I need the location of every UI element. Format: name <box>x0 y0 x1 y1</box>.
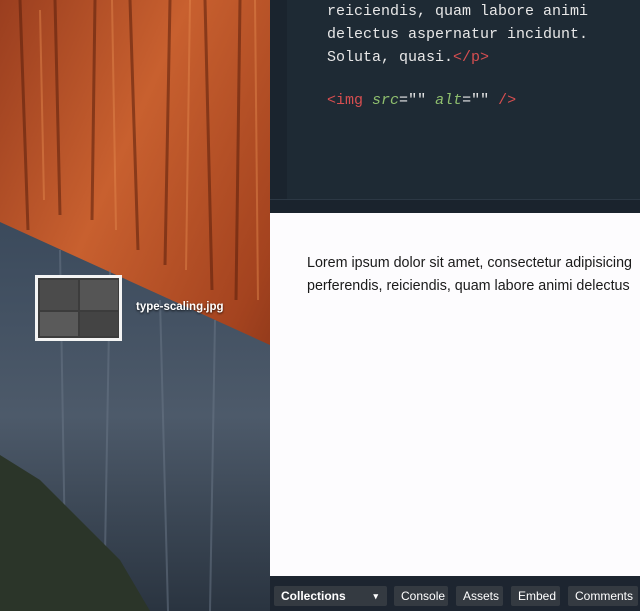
alt-value: "" <box>471 92 490 109</box>
html-code-editor[interactable]: reiciendis, quam labore animi delectus a… <box>287 0 640 199</box>
collections-dropdown[interactable]: Collections ▾ <box>274 586 387 606</box>
pane-resize-handle[interactable] <box>270 199 640 213</box>
file-thumbnail <box>35 275 122 341</box>
embed-button[interactable]: Embed <box>511 586 560 606</box>
equals-sign: = <box>399 92 409 109</box>
dragged-file[interactable] <box>35 275 122 341</box>
code-line: delectus aspernatur incidunt. <box>327 26 589 43</box>
code-line-img: <img src="" alt="" /> <box>327 90 516 113</box>
equals-sign: = <box>462 92 472 109</box>
result-preview[interactable]: Lorem ipsum dolor sit amet, consectetur … <box>270 213 640 576</box>
alt-attribute: alt <box>435 92 463 109</box>
code-line: Soluta, quasi.</p> <box>327 47 489 70</box>
img-tag: <img <box>327 92 364 109</box>
preview-paragraph: Lorem ipsum dolor sit amet, consectetur … <box>307 252 640 298</box>
preview-line: perferendis, reiciendis, quam labore ani… <box>307 278 630 294</box>
assets-button[interactable]: Assets <box>456 586 503 606</box>
closing-tag: </p> <box>453 49 490 66</box>
footer-toolbar: Collections ▾ Console Assets Embed Comme… <box>270 576 640 611</box>
code-line: reiciendis, quam labore animi <box>327 3 589 20</box>
src-attribute: src <box>372 92 400 109</box>
code-gutter <box>270 0 287 199</box>
preview-line: Lorem ipsum dolor sit amet, consectetur … <box>307 255 633 271</box>
file-name-label: type-scaling.jpg <box>136 301 224 313</box>
comments-button[interactable]: Comments <box>568 586 638 606</box>
img-tag-close: /> <box>498 92 517 109</box>
collections-label: Collections <box>281 589 346 603</box>
editor-window: reiciendis, quam labore animi delectus a… <box>270 0 640 611</box>
src-value: "" <box>408 92 427 109</box>
code-text: Soluta, quasi. <box>327 49 454 66</box>
chevron-down-icon: ▾ <box>373 591 378 601</box>
console-button[interactable]: Console <box>394 586 448 606</box>
